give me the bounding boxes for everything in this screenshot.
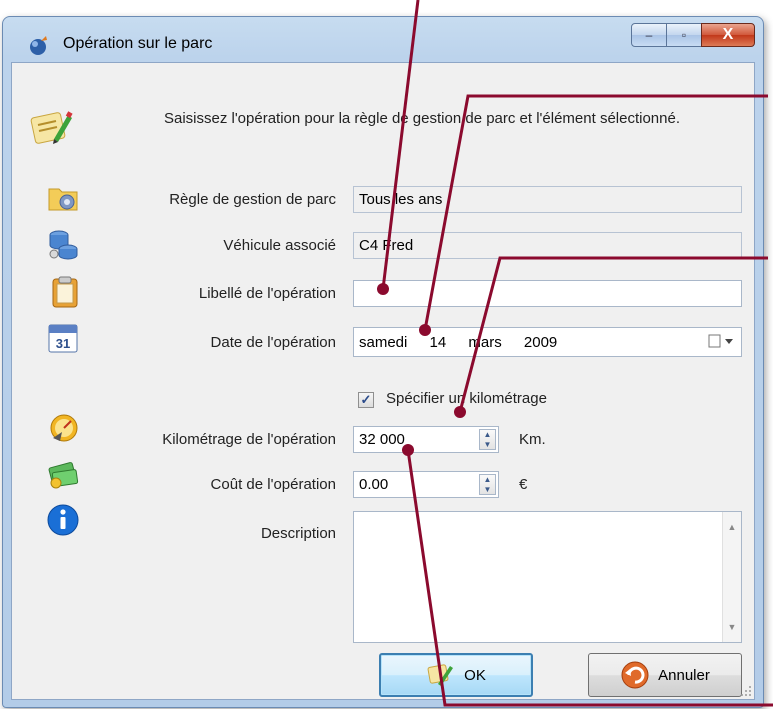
operation-label-field[interactable] bbox=[353, 280, 742, 307]
edit-form-icon bbox=[30, 111, 73, 144]
mileage-spinner[interactable]: ▲ ▼ bbox=[479, 429, 496, 450]
instruction-text: Saisissez l'opération pour la règle de g… bbox=[163, 110, 681, 127]
check-mark-icon: ✓ bbox=[360, 392, 372, 407]
rule-label: Règle de gestion de parc bbox=[169, 191, 336, 208]
mileage-unit: Km. bbox=[519, 431, 546, 448]
info-icon bbox=[47, 504, 79, 536]
vehicle-label: Véhicule associé bbox=[223, 237, 336, 254]
money-icon bbox=[48, 462, 79, 489]
title-bar[interactable]: Opération sur le parc – ▫ X bbox=[3, 17, 763, 59]
dialog-body: Saisissez l'opération pour la règle de g… bbox=[11, 62, 755, 700]
date-month[interactable]: mars bbox=[468, 334, 501, 351]
minimize-button[interactable]: – bbox=[631, 23, 667, 47]
app-icon bbox=[30, 36, 47, 55]
date-label: Date de l'opération bbox=[210, 334, 336, 351]
cancel-button[interactable]: Annuler bbox=[588, 653, 742, 697]
ok-button[interactable]: OK bbox=[379, 653, 533, 697]
ok-label: OK bbox=[464, 666, 486, 684]
description-label: Description bbox=[260, 525, 336, 542]
scroll-up-icon[interactable]: ▲ bbox=[723, 522, 741, 532]
cost-spinner[interactable]: ▲ ▼ bbox=[479, 474, 496, 495]
cost-label: Coût de l'opération bbox=[210, 476, 336, 493]
mileage-value[interactable]: 32 000 bbox=[359, 431, 405, 448]
spin-up-icon[interactable]: ▲ bbox=[484, 475, 492, 484]
mileage-input[interactable]: 32 000 ▲ ▼ bbox=[353, 426, 499, 453]
settings-folder-icon bbox=[48, 188, 78, 211]
spin-up-icon[interactable]: ▲ bbox=[484, 430, 492, 439]
spin-down-icon[interactable]: ▼ bbox=[484, 485, 492, 494]
vehicle-field[interactable]: C4 Fred bbox=[353, 232, 742, 259]
cost-value[interactable]: 0.00 bbox=[359, 476, 388, 493]
calendar-icon: 31 bbox=[48, 324, 78, 353]
date-day[interactable]: 14 bbox=[430, 334, 447, 351]
calendar-dropdown-icon[interactable] bbox=[707, 333, 735, 349]
dialog-window: Opération sur le parc – ▫ X Saisissez l'… bbox=[2, 16, 764, 708]
maximize-icon: ▫ bbox=[681, 28, 687, 42]
clipboard-icon bbox=[52, 276, 78, 308]
mileage-label: Kilométrage de l'opération bbox=[162, 431, 336, 448]
description-scrollbar[interactable]: ▲ ▼ bbox=[722, 512, 741, 642]
date-year[interactable]: 2009 bbox=[524, 334, 557, 351]
resize-grip-icon[interactable] bbox=[740, 685, 752, 697]
minimize-icon: – bbox=[645, 28, 653, 42]
description-textarea[interactable]: ▲ ▼ bbox=[353, 511, 742, 643]
close-button[interactable]: X bbox=[701, 23, 755, 47]
window-title: Opération sur le parc bbox=[63, 35, 213, 52]
maximize-button[interactable]: ▫ bbox=[666, 23, 702, 47]
undo-icon bbox=[621, 661, 649, 689]
close-icon: X bbox=[722, 26, 734, 43]
cancel-label: Annuler bbox=[658, 666, 710, 684]
database-icon bbox=[49, 230, 78, 260]
gauge-icon bbox=[50, 414, 78, 442]
edit-icon bbox=[427, 664, 454, 686]
operation-label-label: Libellé de l'opération bbox=[198, 285, 336, 302]
specify-mileage-label[interactable]: Spécifier un kilométrage bbox=[386, 390, 547, 407]
spin-down-icon[interactable]: ▼ bbox=[484, 440, 492, 449]
cost-unit: € bbox=[519, 476, 528, 493]
cost-input[interactable]: 0.00 ▲ ▼ bbox=[353, 471, 499, 498]
date-picker[interactable]: samedi 14 mars 2009 bbox=[353, 327, 742, 357]
caption-buttons: – ▫ X bbox=[631, 23, 755, 47]
date-weekday[interactable]: samedi bbox=[359, 334, 407, 351]
specify-mileage-checkbox[interactable]: ✓ bbox=[358, 392, 374, 408]
scroll-down-icon[interactable]: ▼ bbox=[723, 622, 741, 632]
calendar-icon-day: 31 bbox=[56, 336, 70, 351]
rule-field[interactable]: Tous les ans bbox=[353, 186, 742, 213]
